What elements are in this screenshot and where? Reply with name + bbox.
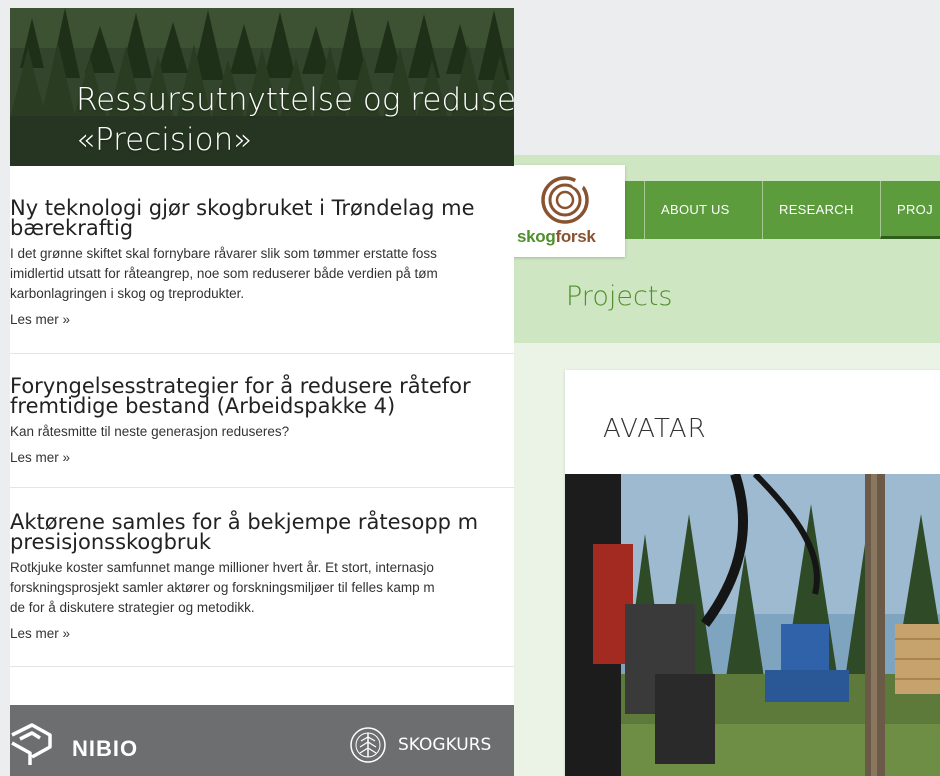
- page-title: Projects: [566, 281, 673, 312]
- skogforsk-logo[interactable]: skogforsk: [514, 165, 625, 257]
- news-summary-line: karbonlagringen i skog og treprodukter.: [10, 286, 245, 301]
- news-title-line[interactable]: fremtidige bestand (Arbeidspakke 4): [10, 394, 395, 418]
- news-summary: I det grønne skiftet skal fornybare råva…: [10, 244, 514, 304]
- nav-research[interactable]: RESEARCH: [762, 181, 870, 239]
- harvester-photo: [565, 474, 940, 776]
- hero-title: Ressursutnyttelse og redusert råte i Nor…: [76, 82, 514, 118]
- skogforsk-logo-text: skogforsk: [517, 227, 596, 247]
- skogkurs-logo-icon[interactable]: [348, 725, 388, 765]
- nibio-logo-icon[interactable]: [10, 721, 54, 765]
- project-image[interactable]: [565, 474, 940, 776]
- partner-footer: NIBIO SKOGKURS: [10, 705, 514, 776]
- news-summary-line: de for å diskutere strategier og metodik…: [10, 600, 255, 615]
- nav-about-us[interactable]: ABOUT US: [644, 181, 746, 239]
- news-summary-line: Kan råtesmitte til neste generasjon redu…: [10, 424, 290, 439]
- news-title-line[interactable]: bærekraftig: [10, 216, 133, 240]
- nav-projects[interactable]: PROJ: [880, 181, 940, 239]
- news-item: Foryngelsesstrategier for å redusere råt…: [10, 376, 514, 488]
- hero-subtitle: «Precision»: [76, 122, 253, 158]
- skogforsk-window: ABOUT US RESEARCH PROJ skogforsk Project…: [514, 155, 940, 776]
- skogforsk-logo-icon: [541, 176, 589, 224]
- news-summary-line: Rotkjuke koster samfunnet mange millione…: [10, 560, 434, 575]
- news-summary: Rotkjuke koster samfunnet mange millione…: [10, 558, 514, 618]
- hero-banner: Ressursutnyttelse og redusert råte i Nor…: [10, 8, 514, 166]
- read-more-link[interactable]: Les mer »: [10, 312, 514, 327]
- logo-text-skog: skog: [517, 227, 556, 246]
- news-title[interactable]: Aktørene samles for å bekjempe råtesopp …: [10, 512, 514, 554]
- news-summary-line: forskningsprosjekt samler aktører og for…: [10, 580, 435, 595]
- read-more-link[interactable]: Les mer »: [10, 626, 514, 641]
- news-title-line[interactable]: presisjonsskogbruk: [10, 530, 211, 554]
- project-card[interactable]: AVATAR: [565, 370, 940, 776]
- read-more-link[interactable]: Les mer »: [10, 450, 514, 465]
- content-area: AVATAR: [514, 343, 940, 776]
- project-title[interactable]: AVATAR: [603, 414, 707, 444]
- news-title[interactable]: Ny teknologi gjør skogbruket i Trøndelag…: [10, 198, 514, 240]
- news-title[interactable]: Foryngelsesstrategier for å redusere råt…: [10, 376, 514, 418]
- news-item: Ny teknologi gjør skogbruket i Trøndelag…: [10, 198, 514, 354]
- nibio-precision-window: Ressursutnyttelse og redusert råte i Nor…: [10, 8, 514, 776]
- news-summary: Kan råtesmitte til neste generasjon redu…: [10, 422, 514, 442]
- skogkurs-logo-text[interactable]: SKOGKURS: [398, 735, 491, 755]
- nibio-logo-text[interactable]: NIBIO: [72, 736, 138, 762]
- news-item: Aktørene samles for å bekjempe råtesopp …: [10, 512, 514, 667]
- logo-text-forsk: forsk: [555, 227, 596, 246]
- news-summary-line: I det grønne skiftet skal fornybare råva…: [10, 246, 437, 261]
- news-summary-line: imidlertid utsatt for råteangrep, noe so…: [10, 266, 438, 281]
